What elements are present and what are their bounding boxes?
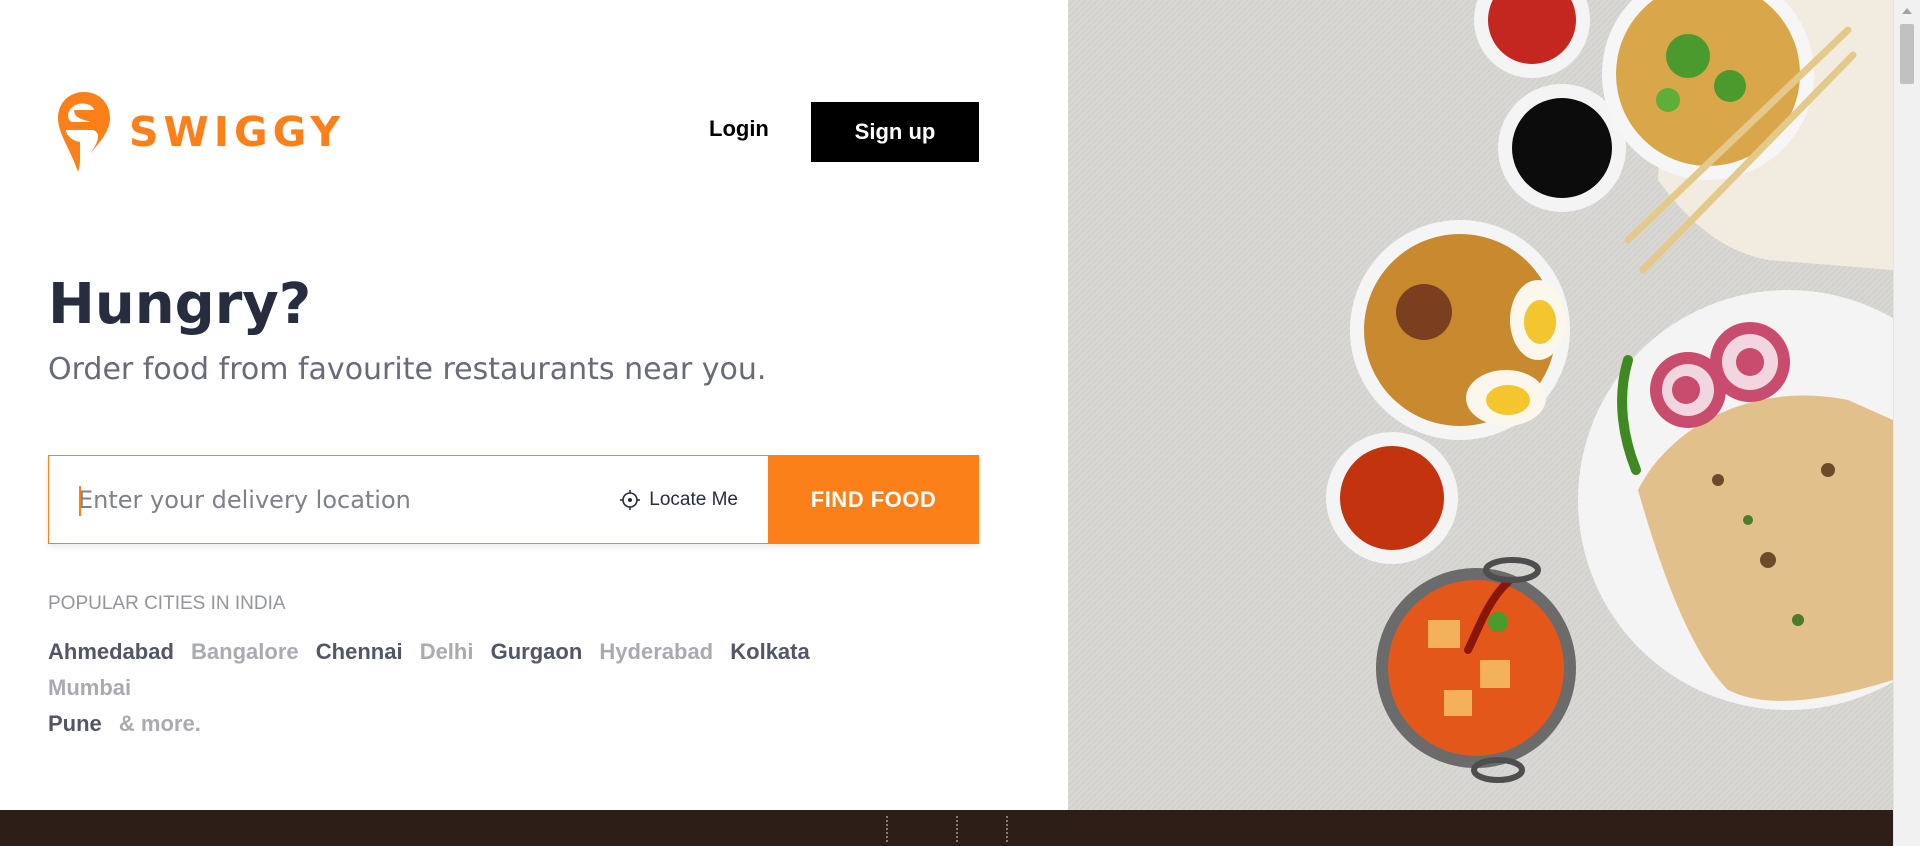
footer-divider <box>1006 816 1008 842</box>
city-link-hyderabad[interactable]: Hyderabad <box>599 639 713 664</box>
city-link-ahmedabad[interactable]: Ahmedabad <box>48 639 174 664</box>
login-link[interactable]: Login <box>709 116 769 142</box>
more-cities-link[interactable]: & more. <box>119 711 201 736</box>
scroll-up-icon[interactable] <box>1902 8 1912 14</box>
city-link-pune[interactable]: Pune <box>48 711 102 736</box>
scrollbar-thumb[interactable] <box>1900 24 1914 84</box>
location-search: Locate Me FIND FOOD <box>48 455 979 544</box>
swiggy-logo[interactable]: SWIGGY <box>56 90 345 174</box>
food-illustration <box>1068 0 1893 810</box>
footer-divider <box>956 816 958 842</box>
locate-me-button[interactable]: Locate Me <box>619 456 738 543</box>
delivery-location-input[interactable] <box>49 456 569 543</box>
locate-me-label: Locate Me <box>649 488 738 510</box>
popular-cities-list: Ahmedabad Bangalore Chennai Delhi Gurgao… <box>48 634 908 742</box>
food-platter-image <box>1068 0 1893 810</box>
brand-name: SWIGGY <box>129 108 346 156</box>
city-link-chennai[interactable]: Chennai <box>316 639 403 664</box>
footer-strip <box>0 810 1893 846</box>
city-link-gurgaon[interactable]: Gurgaon <box>491 639 583 664</box>
city-link-delhi[interactable]: Delhi <box>420 639 474 664</box>
text-caret <box>79 486 81 516</box>
popular-cities-heading: POPULAR CITIES IN INDIA <box>48 593 286 614</box>
crosshair-icon <box>620 489 641 510</box>
location-field-wrapper: Locate Me <box>48 455 768 544</box>
footer-divider <box>886 816 888 842</box>
page-scrollbar[interactable] <box>1893 0 1920 846</box>
landing-panel: SWIGGY Login Sign up Hungry? Order food … <box>0 0 1068 810</box>
signup-button[interactable]: Sign up <box>811 102 979 162</box>
city-link-kolkata[interactable]: Kolkata <box>730 639 809 664</box>
city-link-bangalore[interactable]: Bangalore <box>191 639 299 664</box>
hero-title: Hungry? <box>48 272 312 337</box>
find-food-button[interactable]: FIND FOOD <box>768 455 979 544</box>
hero-subtitle: Order food from favourite restaurants ne… <box>48 352 767 387</box>
swiggy-pin-icon <box>58 92 110 172</box>
city-link-mumbai[interactable]: Mumbai <box>48 675 131 700</box>
